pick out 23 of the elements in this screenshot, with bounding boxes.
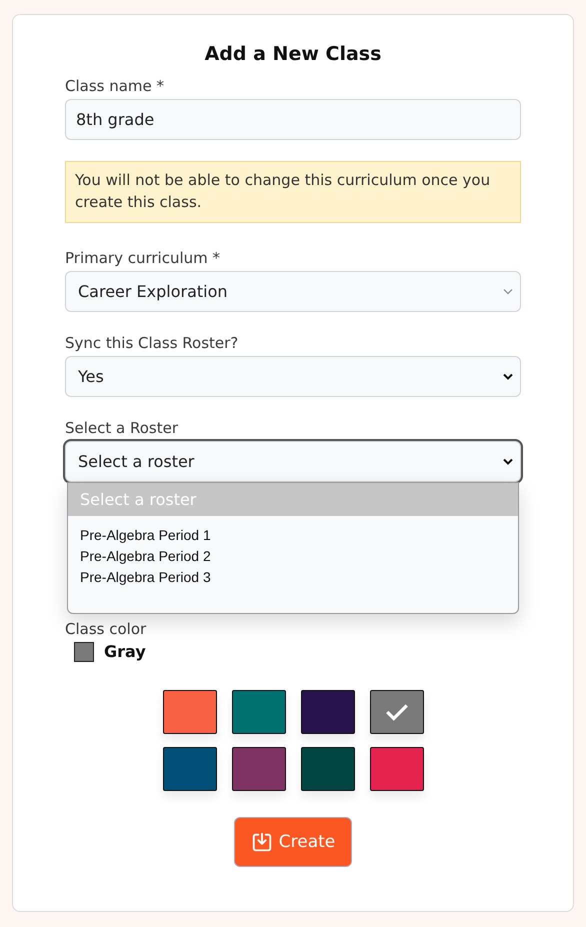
dropdown-option[interactable]: Pre-Algebra Period 1: [68, 524, 518, 544]
color-swatch[interactable]: [300, 746, 354, 790]
field-label: Primary curriculum *: [65, 248, 222, 266]
color-swatch[interactable]: [162, 690, 216, 734]
warning-notice: You will not be able to change this curriculum once you create this class.: [65, 161, 521, 222]
color-swatch[interactable]: [370, 690, 424, 734]
field-label: Class color: [65, 620, 146, 638]
dropdown-option[interactable]: Pre-Algebra Period 2: [68, 544, 518, 566]
field-label: Class name *: [65, 77, 166, 95]
form-title: Add a New Class: [204, 43, 382, 65]
field-label: Sync this Class Roster?: [65, 334, 240, 352]
field-label: Select a Roster: [65, 418, 180, 436]
color-swatch[interactable]: [300, 690, 354, 734]
color-name: Gray: [104, 642, 146, 661]
color-swatch[interactable]: [232, 746, 286, 790]
dropdown-option[interactable]: Pre-Algebra Period 3: [68, 566, 518, 586]
color-swatch[interactable]: [232, 690, 286, 734]
select-field[interactable]: Select a roster: [65, 440, 521, 482]
download-tray-icon: [250, 830, 273, 852]
class-name-field[interactable]: 8th grade: [65, 99, 521, 140]
select-field[interactable]: Yes: [65, 356, 521, 396]
color-swatch[interactable]: [162, 746, 216, 790]
color-swatch[interactable]: [370, 746, 424, 790]
